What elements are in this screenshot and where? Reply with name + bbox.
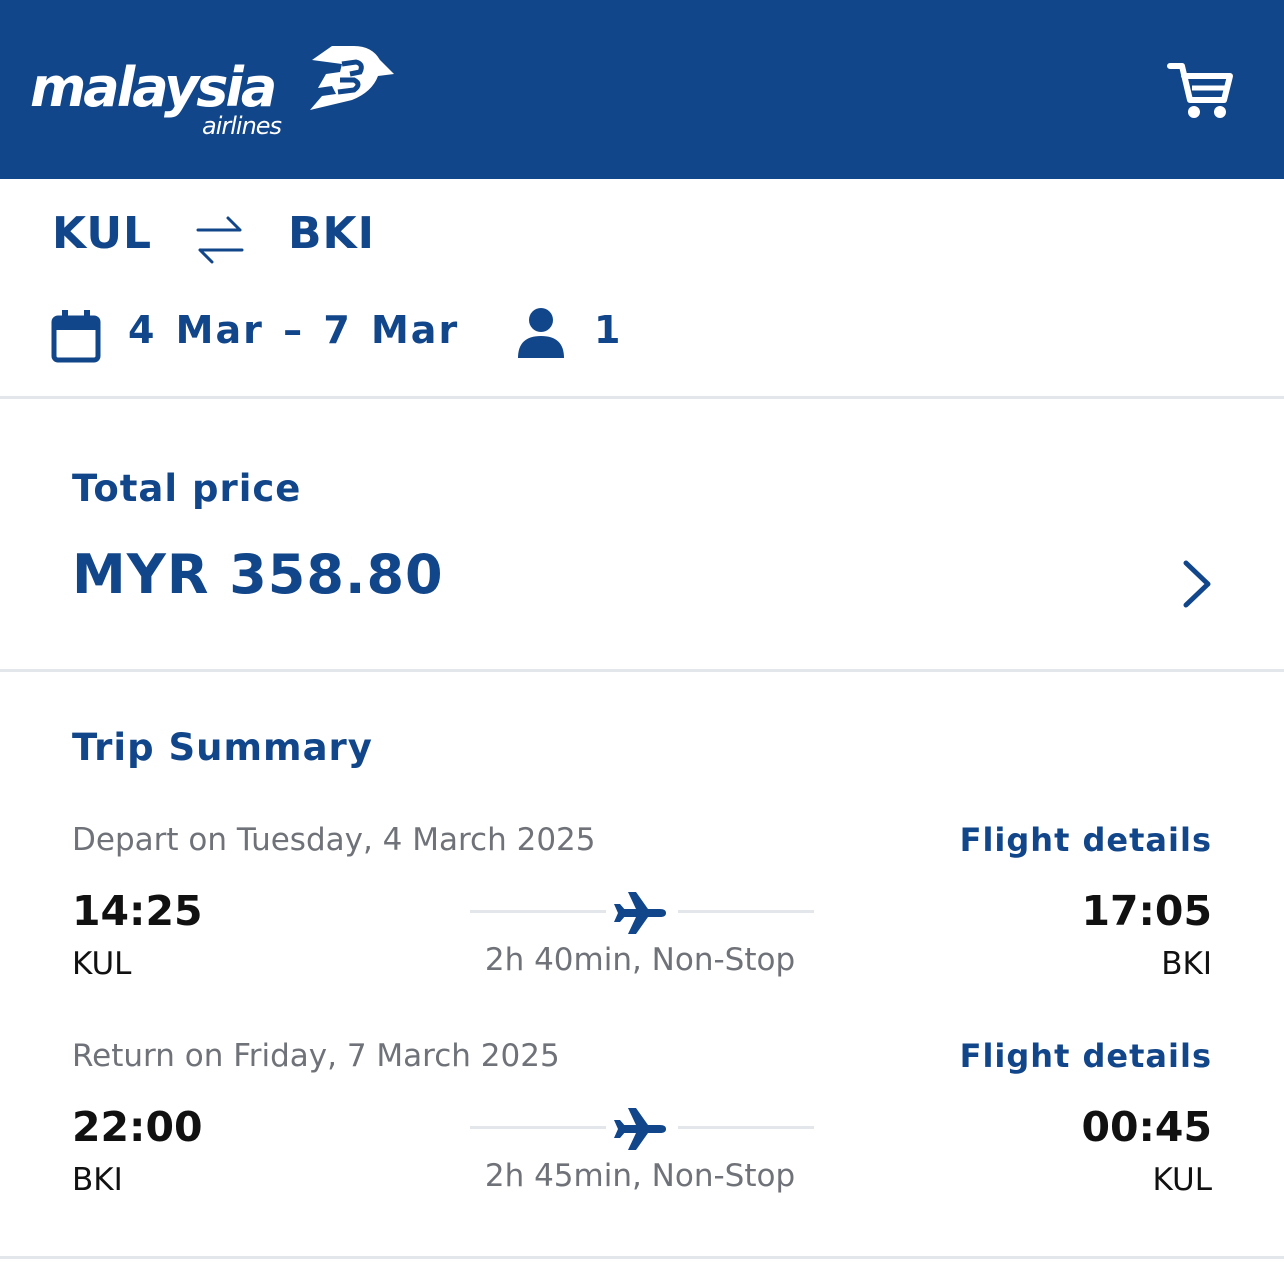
route-line xyxy=(470,1126,606,1129)
route-line xyxy=(678,910,814,913)
app-header: malaysia airlines xyxy=(0,0,1284,179)
leg-date: Return on Friday, 7 March 2025 xyxy=(72,1038,560,1074)
logo-subtitle: airlines xyxy=(202,112,282,140)
arrival-time: 00:45 xyxy=(1081,1103,1212,1151)
chevron-right-icon[interactable] xyxy=(1180,559,1216,609)
destination-code: BKI xyxy=(288,208,376,259)
total-price-row[interactable]: Total price MYR 358.80 xyxy=(0,399,1284,672)
total-price-value: MYR 358.80 xyxy=(72,543,444,606)
flight-details-link[interactable]: Flight details xyxy=(960,820,1212,860)
arrival-airport: BKI xyxy=(1161,946,1212,982)
person-icon xyxy=(518,308,564,358)
travel-dates: 4 Mar – 7 Mar xyxy=(128,308,460,352)
route-line xyxy=(470,910,606,913)
flight-duration: 2h 45min, Non-Stop xyxy=(484,1158,796,1194)
trip-summary-title: Trip Summary xyxy=(72,726,373,769)
departure-airport: BKI xyxy=(72,1162,123,1198)
trip-summary: Trip Summary Depart on Tuesday, 4 March … xyxy=(0,672,1284,1259)
flight-leg-return: Return on Friday, 7 March 2025 Flight de… xyxy=(0,1036,1284,1206)
wau-kite-logo-icon xyxy=(310,46,394,110)
flight-duration: 2h 40min, Non-Stop xyxy=(484,942,796,978)
malaysia-airlines-logo[interactable]: malaysia airlines xyxy=(30,40,410,140)
flight-leg-depart: Depart on Tuesday, 4 March 2025 Flight d… xyxy=(0,820,1284,990)
arrival-airport: KUL xyxy=(1152,1162,1212,1198)
route-line xyxy=(678,1126,814,1129)
departure-airport: KUL xyxy=(72,946,132,982)
logo-wordmark: malaysia xyxy=(30,56,277,119)
swap-arrows-icon[interactable] xyxy=(192,210,248,270)
leg-date: Depart on Tuesday, 4 March 2025 xyxy=(72,822,596,858)
plane-icon xyxy=(614,1108,666,1150)
search-summary[interactable]: KUL BKI 4 Mar – 7 Mar 1 xyxy=(0,180,1284,399)
calendar-icon xyxy=(51,310,101,363)
departure-time: 22:00 xyxy=(72,1103,203,1151)
departure-time: 14:25 xyxy=(72,887,203,935)
total-price-label: Total price xyxy=(72,467,302,510)
arrival-time: 17:05 xyxy=(1081,887,1212,935)
plane-icon xyxy=(614,892,666,934)
flight-details-link[interactable]: Flight details xyxy=(960,1036,1212,1076)
cart-icon[interactable] xyxy=(1166,60,1236,122)
passenger-count: 1 xyxy=(594,308,621,352)
origin-code: KUL xyxy=(52,208,153,259)
